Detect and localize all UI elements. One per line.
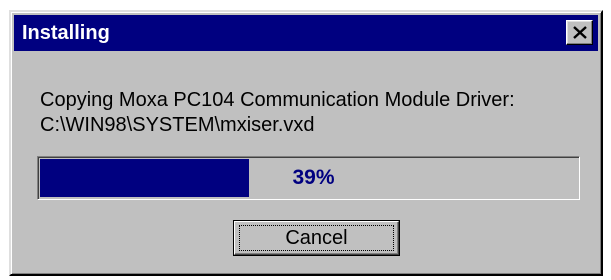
status-message: Copying Moxa PC104 Communication Module …: [40, 88, 515, 138]
cancel-button[interactable]: Cancel: [233, 220, 400, 256]
cancel-button-label: Cancel: [285, 226, 348, 249]
status-line-action: Copying Moxa PC104 Communication Module …: [40, 89, 515, 111]
window-title: Installing: [22, 22, 110, 44]
progress-percent: 39%: [292, 166, 335, 189]
progress-bar: 39%: [37, 156, 580, 200]
installing-dialog: Installing Copying Moxa PC104 Communicat…: [9, 10, 603, 276]
title-bar[interactable]: Installing: [14, 15, 598, 51]
close-icon: [573, 26, 587, 39]
close-button[interactable]: [566, 20, 593, 45]
status-line-file-path: C:\WIN98\SYSTEM\mxiser.vxd: [40, 114, 315, 136]
